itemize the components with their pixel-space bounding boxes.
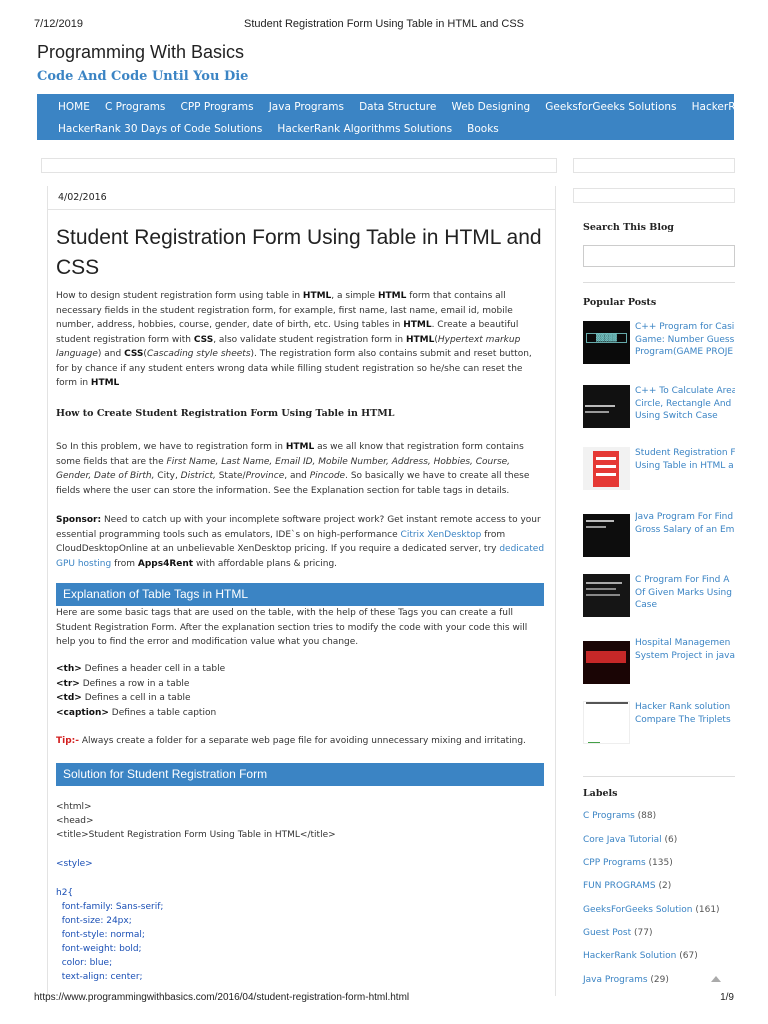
code-line: <head>: [56, 816, 94, 826]
sidebar-second-strip: [573, 188, 735, 203]
label-link[interactable]: CPP Programs (135): [583, 858, 673, 868]
nav-item-cpp-programs[interactable]: CPP Programs: [171, 97, 254, 113]
code-line: <html>: [56, 802, 92, 812]
tip-line: Tip:- Always create a folder for a separ…: [56, 736, 526, 746]
popular-post-title: C++ Program for Casin Game: Number Guess P…: [635, 322, 735, 357]
solution-heading-bar: Solution for Student Registration Form: [56, 763, 544, 786]
nav-item-geeksforgeeks[interactable]: GeeksforGeeks Solutions: [535, 97, 676, 113]
print-url: https://www.programmingwithbasics.com/20…: [34, 992, 410, 1003]
explanation-heading-bar: Explanation of Table Tags in HTML: [56, 583, 544, 606]
blog-post: 4/02/2016 Student Registration Form Usin…: [47, 186, 556, 996]
popular-post-title: Java Program For Find Gross Salary of an …: [635, 512, 735, 535]
label-link[interactable]: FUN PROGRAMS (2): [583, 881, 671, 891]
label-link[interactable]: Core Java Tutorial (6): [583, 835, 677, 845]
post-thumbnail: [583, 574, 630, 617]
nav-item-java-programs[interactable]: Java Programs: [259, 97, 344, 113]
nav-item-web-designing[interactable]: Web Designing: [441, 97, 530, 113]
nav-item-c-programs[interactable]: C Programs: [95, 97, 165, 113]
label-link[interactable]: C Programs (88): [583, 811, 656, 821]
problem-paragraph: So In this problem, we have to registrat…: [56, 442, 530, 496]
code-line: font-family: Sans-serif;: [56, 902, 164, 912]
post-thumbnail: [583, 447, 630, 490]
citrix-link[interactable]: Citrix XenDesktop: [401, 530, 482, 540]
popular-post-title: C++ To Calculate Area Circle, Rectangle A…: [635, 386, 735, 421]
tag-list: <th> Defines a header cell in a table <t…: [56, 662, 546, 720]
how-to-heading: How to Create Student Registration Form …: [56, 408, 395, 419]
site-tagline: Code And Code Until You Die: [37, 69, 249, 84]
post-thumbnail: [583, 514, 630, 557]
post-thumbnail: ▓▓▓▓▓: [583, 321, 630, 364]
post-thumbnail: [583, 641, 630, 684]
sidebar-top-strip: [573, 158, 735, 173]
code-line: <style>: [56, 859, 93, 869]
code-line: color: blue;: [56, 958, 113, 968]
label-link[interactable]: HackerRank Solution (67): [583, 951, 698, 961]
nav-row-2: HackerRank 30 Days of Code Solutions Hac…: [37, 117, 499, 139]
nav-item-hackerrank-30-days[interactable]: HackerRank 30 Days of Code Solutions: [37, 119, 262, 135]
popular-post-title: Student Registration F Using Table in HTM…: [635, 448, 735, 471]
search-widget-title: Search This Blog: [583, 222, 674, 233]
scroll-up-icon[interactable]: [711, 976, 721, 982]
post-thumbnail: [583, 385, 630, 428]
post-date-divider: [48, 209, 555, 210]
print-title: Student Registration Form Using Table in…: [243, 18, 525, 30]
post-thumbnail: [583, 701, 630, 744]
code-line: h2{: [56, 888, 74, 898]
popular-post-title: Hacker Rank solution Compare The Triplets: [635, 702, 731, 725]
main-navbar: HOME C Programs CPP Programs Java Progra…: [37, 94, 734, 140]
search-input[interactable]: [583, 245, 735, 267]
print-header: 7/12/2019 Student Registration Form Usin…: [0, 0, 768, 36]
code-line: <title>Student Registration Form Using T…: [56, 830, 336, 840]
popular-post-item[interactable]: Hacker Rank solution Compare The Triplets: [583, 701, 735, 757]
popular-post-item[interactable]: Hospital Managemen System Project in java: [583, 637, 735, 693]
label-link[interactable]: Java Programs (29): [583, 975, 669, 985]
popular-post-item[interactable]: Student Registration F Using Table in HTM…: [583, 447, 735, 503]
explanation-paragraph: Here are some basic tags that are used o…: [56, 608, 528, 647]
nav-item-home[interactable]: HOME: [37, 97, 90, 113]
nav-item-data-structure[interactable]: Data Structure: [349, 97, 436, 113]
popular-post-title: C Program For Find A Of Given Marks Using…: [635, 575, 732, 610]
popular-post-item[interactable]: C Program For Find A Of Given Marks Using…: [583, 574, 735, 630]
intro-paragraph: How to design student registration form …: [56, 291, 532, 388]
nav-item-hackerrank-algorithms[interactable]: HackerRank Algorithms Solutions: [267, 119, 452, 135]
label-link[interactable]: Guest Post (77): [583, 928, 652, 938]
code-line: font-weight: bold;: [56, 944, 142, 954]
top-ad-strip: [41, 158, 557, 173]
post-title: Student Registration Form Using Table in…: [56, 226, 542, 279]
nav-item-books[interactable]: Books: [457, 119, 499, 135]
nav-item-hackerrank[interactable]: HackerRank Solutions: [682, 97, 734, 113]
popular-posts-title: Popular Posts: [583, 297, 657, 308]
sponsor-paragraph: Sponsor: Need to catch up with your inco…: [56, 515, 545, 569]
popular-post-item[interactable]: Java Program For Find Gross Salary of an …: [583, 511, 735, 567]
code-line: font-style: normal;: [56, 930, 145, 940]
popular-post-item[interactable]: C++ To Calculate Area Circle, Rectangle A…: [583, 385, 735, 441]
tag-item: <td> Defines a cell in a table: [56, 693, 191, 703]
print-page-number: 1/9: [720, 992, 734, 1003]
popular-post-title: Hospital Managemen System Project in java: [635, 638, 735, 661]
labels-title: Labels: [583, 788, 618, 799]
nav-row-1: HOME C Programs CPP Programs Java Progra…: [37, 95, 734, 117]
popular-post-item[interactable]: ▓▓▓▓▓ C++ Program for Casin Game: Number …: [583, 321, 735, 377]
site-title[interactable]: Programming With Basics: [37, 42, 244, 63]
tag-item: <th> Defines a header cell in a table: [56, 664, 226, 674]
label-link[interactable]: GeeksForGeeks Solution (161): [583, 905, 720, 915]
sidebar-divider: [583, 282, 735, 283]
tag-item: <caption> Defines a table caption: [56, 707, 217, 718]
post-date: 4/02/2016: [58, 192, 107, 203]
tag-item: <tr> Defines a row in a table: [56, 678, 190, 689]
code-line: text-align: center;: [56, 972, 143, 982]
code-line: font-size: 24px;: [56, 916, 132, 926]
sidebar-divider: [583, 776, 735, 777]
